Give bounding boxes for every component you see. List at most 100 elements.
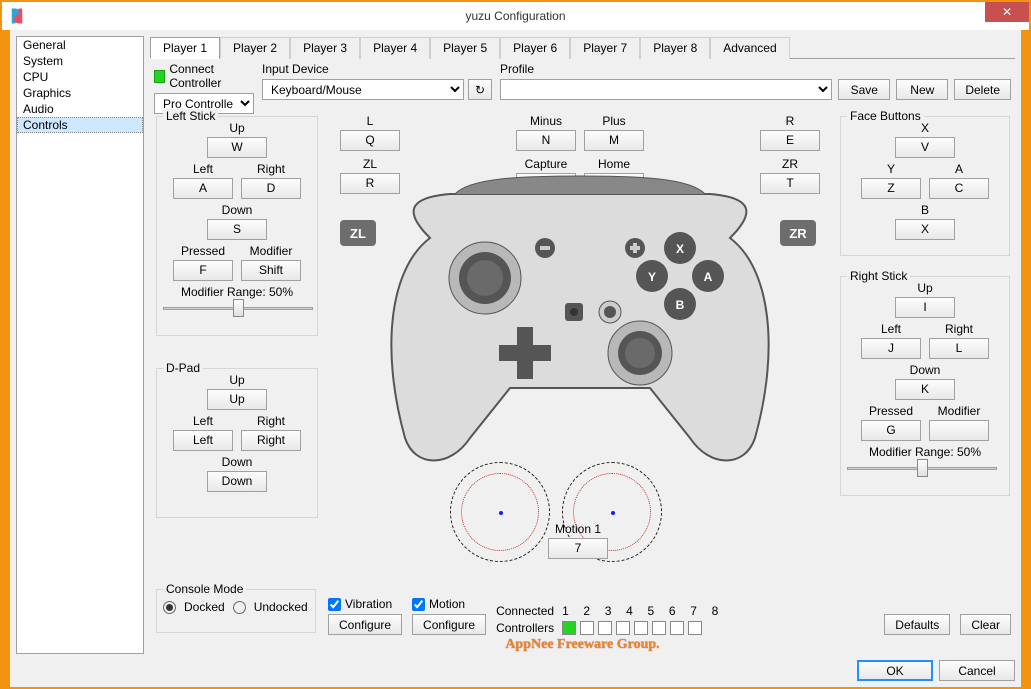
left-stick-down-button[interactable]: S — [207, 219, 267, 240]
right-stick-group: Right Stick UpI LeftJ RightL DownK Press… — [840, 276, 1010, 496]
refresh-icon: ↻ — [475, 83, 485, 97]
right-stick-down-button[interactable]: K — [895, 379, 955, 400]
profile-select[interactable] — [500, 79, 832, 100]
r-button[interactable]: E — [760, 130, 820, 151]
motion1-label: Motion 1 — [555, 522, 601, 536]
motion1-button[interactable]: 7 — [548, 538, 608, 559]
window-title: yuzu Configuration — [2, 9, 1029, 23]
right-stick-range-label: Modifier Range: 50% — [847, 445, 1003, 459]
face-y-button[interactable]: Z — [861, 178, 921, 199]
sidebar-item-system[interactable]: System — [17, 53, 143, 69]
ok-button[interactable]: OK — [857, 660, 933, 681]
connected-label: Connected — [496, 604, 558, 618]
controller-diagram: X Y A B — [370, 158, 790, 478]
docked-radio[interactable] — [163, 601, 176, 614]
tab-player-3[interactable]: Player 3 — [290, 37, 360, 59]
profile-delete-button[interactable]: Delete — [954, 79, 1011, 100]
left-stick-title: Left Stick — [163, 109, 218, 123]
app-icon — [8, 7, 26, 25]
main-panel: Player 1 Player 2 Player 3 Player 4 Play… — [150, 36, 1015, 635]
sidebar-item-controls[interactable]: Controls — [17, 117, 143, 133]
tab-player-5[interactable]: Player 5 — [430, 37, 500, 59]
profile-label: Profile — [500, 62, 1011, 76]
connect-led-icon — [154, 70, 165, 83]
face-b-button[interactable]: X — [895, 219, 955, 240]
console-mode-title: Console Mode — [163, 582, 246, 596]
svg-text:X: X — [676, 242, 684, 256]
tab-player-2[interactable]: Player 2 — [220, 37, 290, 59]
right-stick-title: Right Stick — [847, 269, 910, 283]
close-button[interactable]: ✕ — [985, 2, 1029, 22]
defaults-button[interactable]: Defaults — [884, 614, 950, 635]
left-stick-range-slider[interactable] — [163, 299, 313, 317]
left-stick-modifier-button[interactable]: Shift — [241, 260, 301, 281]
plus-button[interactable]: M — [584, 130, 644, 151]
console-mode-group: Console Mode Docked Undocked — [156, 589, 316, 633]
controllers-label: Controllers — [496, 621, 558, 635]
tab-player-7[interactable]: Player 7 — [570, 37, 640, 59]
left-stick-group: Left Stick UpW LeftA RightD DownS Presse… — [156, 116, 318, 336]
dpad-group: D-Pad UpUp LeftLeft RightRight DownDown — [156, 368, 318, 518]
right-stick-left-button[interactable]: J — [861, 338, 921, 359]
close-icon: ✕ — [1002, 5, 1012, 19]
left-stick-range-label: Modifier Range: 50% — [163, 285, 311, 299]
tab-player-6[interactable]: Player 6 — [500, 37, 570, 59]
face-buttons-group: Face Buttons XV YZ AC BX — [840, 116, 1010, 256]
refresh-input-button[interactable]: ↻ — [468, 79, 492, 100]
controller-3-box[interactable] — [598, 621, 612, 635]
dpad-right-button[interactable]: Right — [241, 430, 301, 451]
profile-save-button[interactable]: Save — [838, 79, 890, 100]
minus-button[interactable]: N — [516, 130, 576, 151]
controller-5-box[interactable] — [634, 621, 648, 635]
right-stick-pressed-button[interactable]: G — [861, 420, 921, 441]
motion-configure-button[interactable]: Configure — [412, 614, 486, 635]
dpad-left-button[interactable]: Left — [173, 430, 233, 451]
face-x-button[interactable]: V — [895, 137, 955, 158]
l-button[interactable]: Q — [340, 130, 400, 151]
sidebar-item-graphics[interactable]: Graphics — [17, 85, 143, 101]
left-stick-up-button[interactable]: W — [207, 137, 267, 158]
right-stick-modifier-button[interactable] — [929, 420, 989, 441]
face-buttons-title: Face Buttons — [847, 109, 924, 123]
titlebar: yuzu Configuration ✕ — [2, 2, 1029, 30]
dpad-down-button[interactable]: Down — [207, 471, 267, 492]
face-a-button[interactable]: C — [929, 178, 989, 199]
connect-controller-check[interactable]: Connect Controller — [154, 62, 254, 90]
tab-player-4[interactable]: Player 4 — [360, 37, 430, 59]
tab-advanced[interactable]: Advanced — [710, 37, 789, 59]
motion-check[interactable]: Motion — [412, 597, 486, 611]
svg-text:Y: Y — [648, 270, 656, 284]
cancel-button[interactable]: Cancel — [939, 660, 1015, 681]
left-stick-left-button[interactable]: A — [173, 178, 233, 199]
tab-player-8[interactable]: Player 8 — [640, 37, 710, 59]
category-sidebar[interactable]: General System CPU Graphics Audio Contro… — [16, 36, 144, 654]
sidebar-item-general[interactable]: General — [17, 37, 143, 53]
left-stick-pressed-button[interactable]: F — [173, 260, 233, 281]
right-stick-range-slider[interactable] — [847, 459, 997, 477]
vibration-configure-button[interactable]: Configure — [328, 614, 402, 635]
controller-4-box[interactable] — [616, 621, 630, 635]
controller-1-box[interactable] — [562, 621, 576, 635]
profile-new-button[interactable]: New — [896, 79, 948, 100]
connect-controller-label: Connect Controller — [169, 62, 254, 90]
right-stick-right-button[interactable]: L — [929, 338, 989, 359]
svg-text:B: B — [676, 298, 685, 312]
player-tabs: Player 1 Player 2 Player 3 Player 4 Play… — [150, 36, 1015, 59]
undocked-radio[interactable] — [233, 601, 246, 614]
sidebar-item-audio[interactable]: Audio — [17, 101, 143, 117]
controller-6-box[interactable] — [652, 621, 666, 635]
controller-2-box[interactable] — [580, 621, 594, 635]
svg-text:A: A — [704, 270, 713, 284]
right-stick-up-button[interactable]: I — [895, 297, 955, 318]
dpad-up-button[interactable]: Up — [207, 389, 267, 410]
controller-7-box[interactable] — [670, 621, 684, 635]
left-stick-right-button[interactable]: D — [241, 178, 301, 199]
input-device-select[interactable]: Keyboard/Mouse — [262, 79, 464, 100]
clear-button[interactable]: Clear — [960, 614, 1011, 635]
tab-player-1[interactable]: Player 1 — [150, 37, 220, 59]
vibration-check[interactable]: Vibration — [328, 597, 402, 611]
sidebar-item-cpu[interactable]: CPU — [17, 69, 143, 85]
watermark: AppNee Freeware Group. — [150, 637, 1015, 657]
input-device-label: Input Device — [262, 62, 492, 76]
controller-8-box[interactable] — [688, 621, 702, 635]
